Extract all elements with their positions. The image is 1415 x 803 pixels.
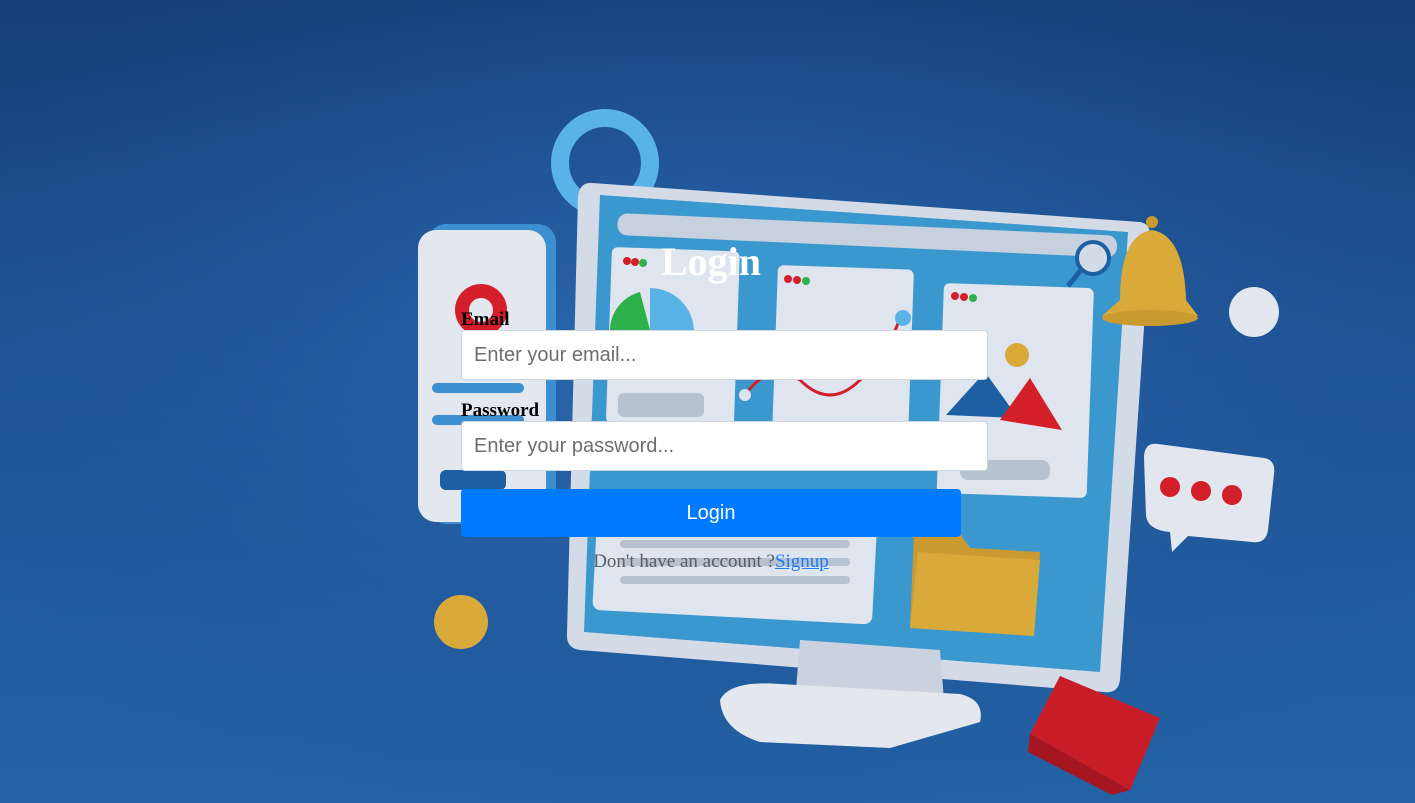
white-sphere [1229, 287, 1279, 337]
yellow-sphere [434, 595, 488, 649]
email-label: Email [461, 309, 510, 330]
login-button[interactable]: Login [461, 489, 961, 537]
email-input[interactable] [461, 330, 988, 380]
signup-prompt: Don't have an account ?Signup [461, 551, 961, 573]
password-input[interactable] [461, 421, 988, 471]
page-title: Login [660, 239, 762, 284]
password-label: Password [461, 400, 540, 421]
signup-prompt-text: Don't have an account ? [593, 551, 775, 572]
login-form: Login Email Password Login Don't have an… [461, 240, 988, 573]
signup-link[interactable]: Signup [775, 551, 829, 572]
